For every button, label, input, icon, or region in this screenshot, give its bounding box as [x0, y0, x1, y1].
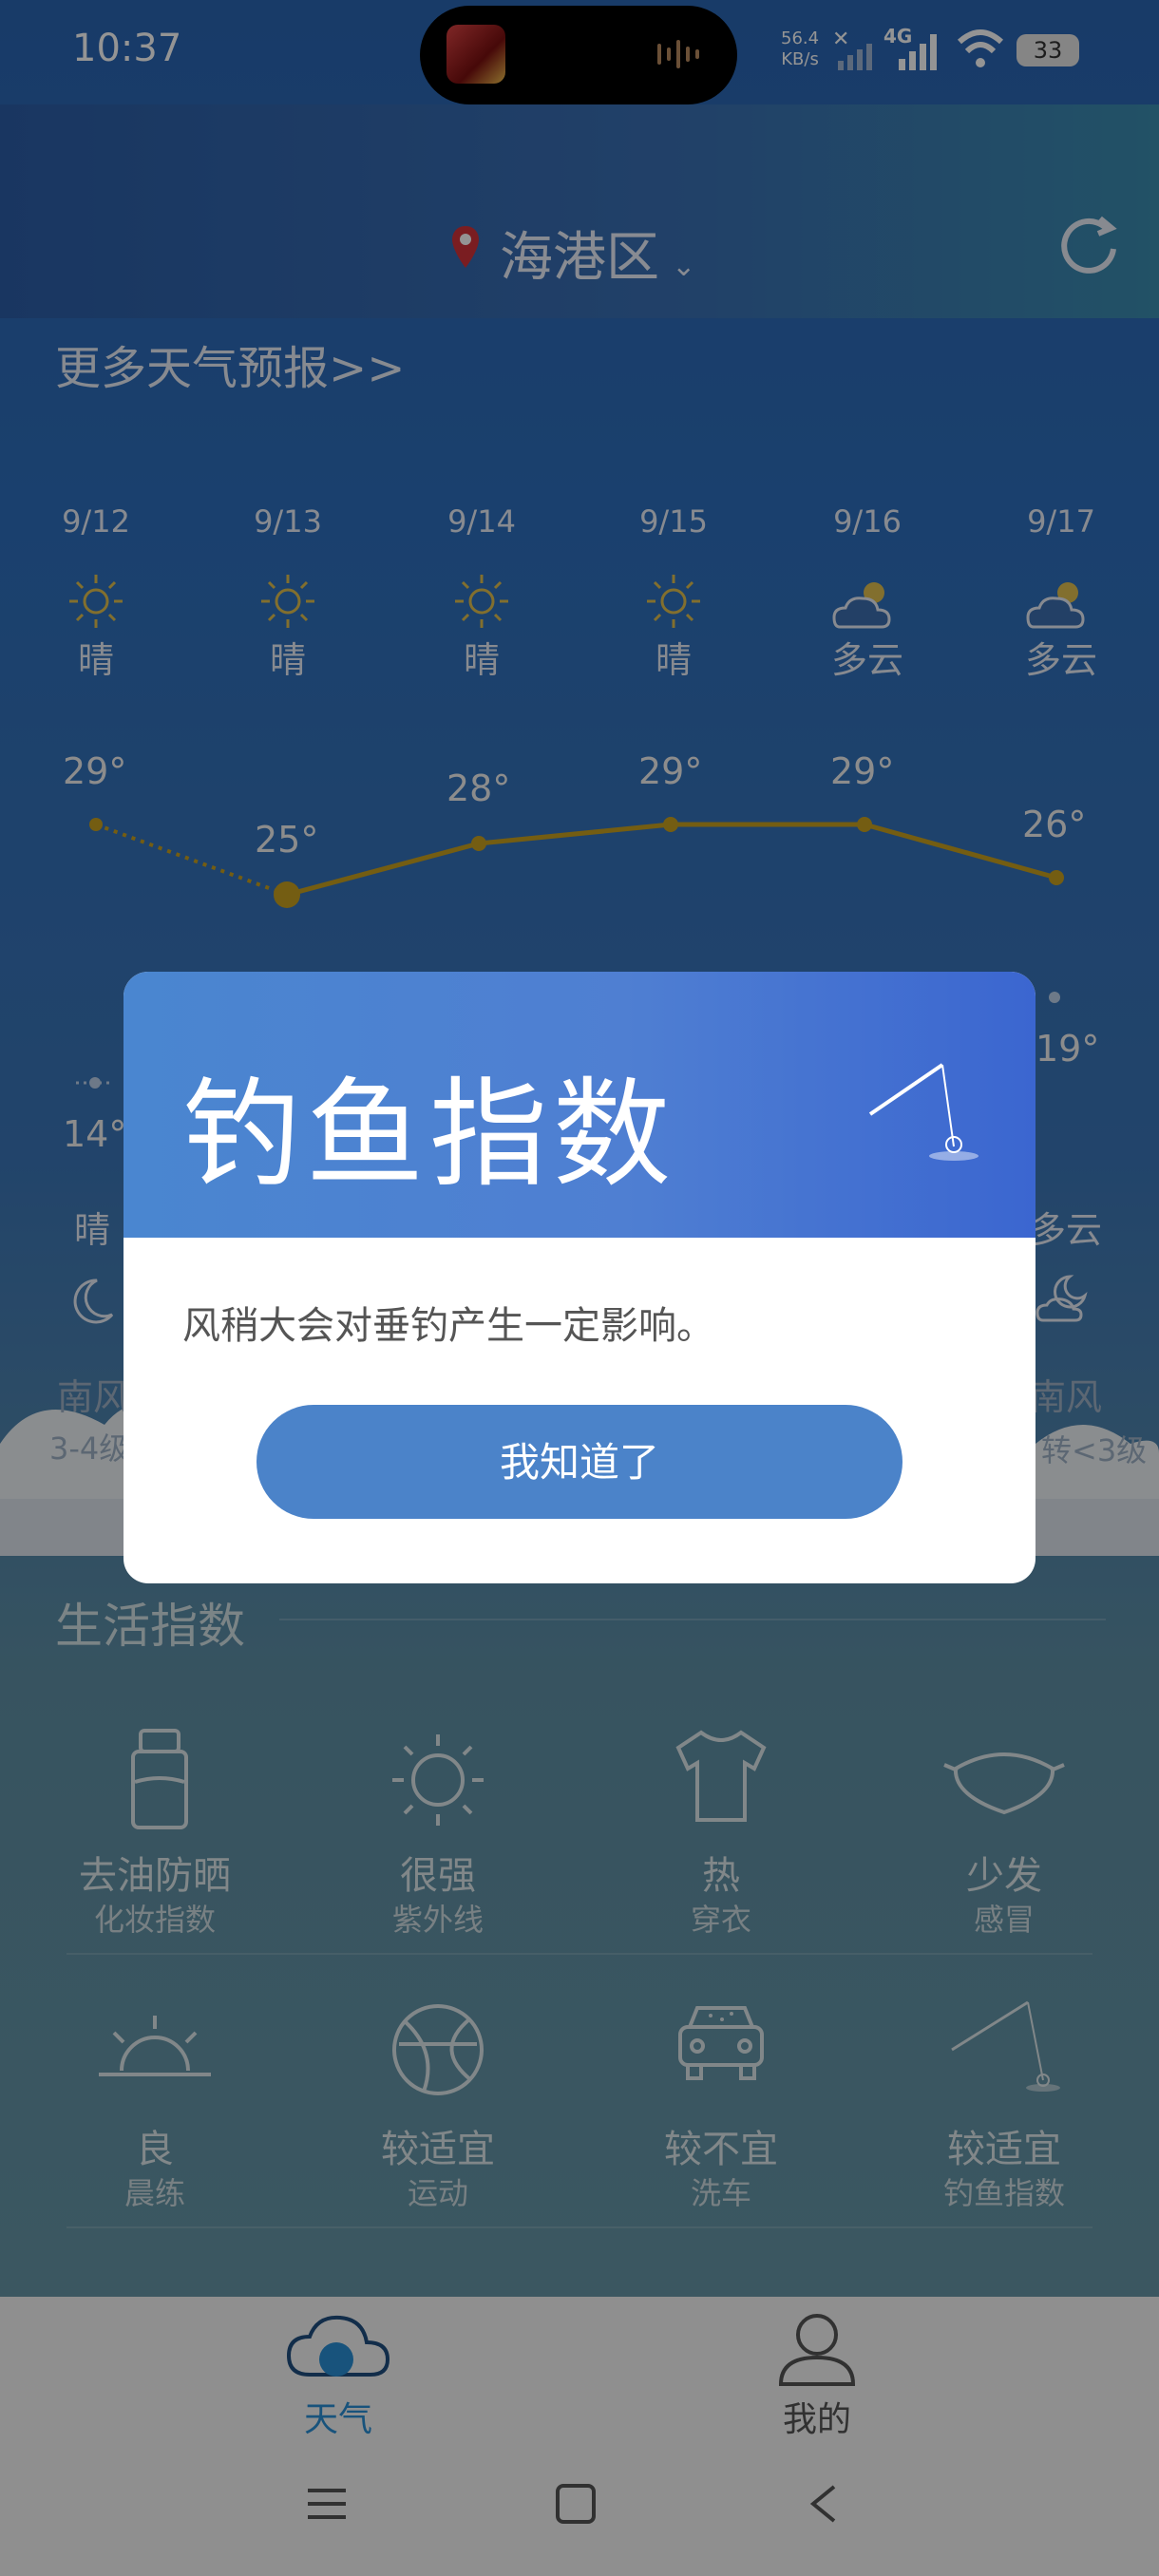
dialog-message: 风稍大会对垂钓产生一定影响。 [182, 1304, 714, 1348]
ok-button[interactable]: 我知道了 [256, 1405, 902, 1519]
dialog-title: 钓鱼指数 [182, 1067, 677, 1203]
fishing-index-dialog: 钓鱼指数 风稍大会对垂钓产生一定影响。 我知道了 [124, 972, 1036, 1583]
fishing-icon [868, 1063, 978, 1161]
